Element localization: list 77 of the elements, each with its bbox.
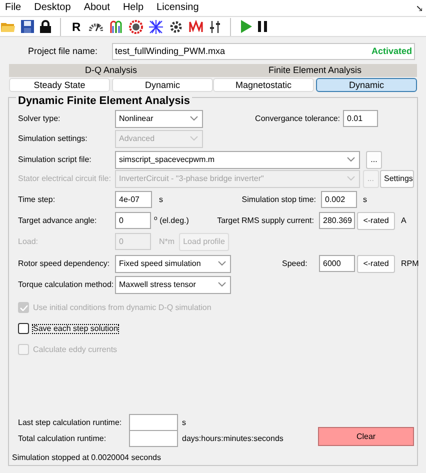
text-field[interactable]: 0.002 xyxy=(321,191,357,208)
activation-status: Activated xyxy=(371,46,412,56)
gear-icon[interactable] xyxy=(168,20,183,34)
dropdown[interactable]: Maxwell stress tensor xyxy=(115,276,231,294)
field-label: Rotor speed dependency: xyxy=(18,260,111,268)
text-field[interactable]: 6000 xyxy=(319,255,355,272)
dropdown[interactable]: simscript_spacevecpwm.m xyxy=(115,150,360,168)
check-icon xyxy=(20,304,28,310)
ring-icon[interactable] xyxy=(128,20,143,34)
tab[interactable]: Magnetostatic xyxy=(213,78,314,92)
menu-item[interactable]: File xyxy=(5,3,22,13)
chevron-icon xyxy=(190,136,198,141)
clear-button[interactable]: Clear xyxy=(318,427,414,446)
pause-icon[interactable] xyxy=(258,21,267,32)
tab[interactable]: Dynamic xyxy=(316,78,417,92)
panel-title: Dynamic Finite Element Analysis xyxy=(16,95,192,107)
checkbox-box[interactable] xyxy=(18,323,29,334)
menu-item[interactable]: Help xyxy=(122,3,144,13)
field-label: Simulation stop time: xyxy=(240,196,316,204)
unit-label: RPM xyxy=(401,258,419,268)
tab-group-header: Finite Element Analysis xyxy=(213,64,417,77)
text-field[interactable]: 280.369 xyxy=(319,212,355,229)
chevron-icon xyxy=(347,176,355,181)
chevron-icon xyxy=(190,116,198,121)
field-label: Solver type: xyxy=(18,114,62,122)
field-label: Time step: xyxy=(18,196,56,204)
unit-label: N*m xyxy=(159,236,175,246)
unit-label: s xyxy=(363,194,367,204)
field-label: Convergance tolerance: xyxy=(254,114,340,122)
runtime-field[interactable] xyxy=(129,430,178,447)
field-label: Simulation script file: xyxy=(18,156,92,164)
save-icon[interactable] xyxy=(21,20,34,33)
field-label: Target RMS supply current: xyxy=(216,216,314,224)
mesh-icon[interactable] xyxy=(148,20,163,34)
tab[interactable]: Dynamic xyxy=(112,78,213,92)
play-icon[interactable] xyxy=(240,20,252,33)
chevron-icon xyxy=(347,157,355,162)
field-label: Stator electrical circuit file: xyxy=(18,174,112,182)
tab[interactable]: Steady State xyxy=(9,78,110,92)
menu-item[interactable]: Desktop xyxy=(34,3,71,13)
field-label: Simulation settings: xyxy=(18,134,88,142)
browse-button[interactable]: ... xyxy=(366,150,382,168)
r-tool-button[interactable]: R xyxy=(70,20,83,32)
project-file-field[interactable]: test_fullWinding_PWM.mxa Activated xyxy=(112,42,415,60)
unit-label: s xyxy=(182,418,186,426)
text-field[interactable]: 0 xyxy=(115,212,151,229)
field-label: Total calculation runtime: xyxy=(18,434,108,442)
unit-label: days:hours:minutes:seconds xyxy=(182,434,284,442)
field-label: Speed: xyxy=(282,260,308,268)
tab-group-header: D-Q Analysis xyxy=(9,64,213,77)
menu-item[interactable]: About xyxy=(84,3,110,13)
wave-icon[interactable] xyxy=(188,20,203,33)
undock-icon[interactable] xyxy=(417,6,422,11)
menu-item[interactable]: Licensing xyxy=(156,3,199,13)
dropdown[interactable]: Fixed speed simulation xyxy=(115,254,231,272)
lock-icon[interactable] xyxy=(40,20,51,33)
sliders-icon[interactable] xyxy=(208,20,221,34)
chevron-icon xyxy=(218,261,226,266)
unit-label: $^{o}$ (el.deg.) xyxy=(154,216,189,224)
unit-label: s xyxy=(159,196,163,204)
rated-button[interactable]: <-rated xyxy=(357,254,395,272)
field-label: Project file name: xyxy=(27,46,99,56)
text-field[interactable]: 0.01 xyxy=(343,110,378,127)
field-label: Load: xyxy=(18,238,40,246)
text-field[interactable]: 4e-07 xyxy=(115,191,152,208)
project-file-name: test_fullWinding_PWM.mxa xyxy=(115,46,226,56)
unit-label: A xyxy=(401,216,406,224)
coil-icon[interactable] xyxy=(108,20,123,34)
checkbox[interactable]: Save each step solution xyxy=(18,323,414,334)
dropdown[interactable]: Nonlinear xyxy=(115,110,203,128)
field-label: Last step calculation runtime: xyxy=(18,418,123,426)
runtime-field[interactable] xyxy=(129,414,178,431)
status-message: Simulation stopped at 0.0020004 seconds xyxy=(12,454,162,462)
field-label: Target advance angle: xyxy=(18,216,98,224)
field-label: Torque calculation method: xyxy=(18,280,115,288)
chevron-icon xyxy=(218,282,226,287)
rated-button[interactable]: <-rated xyxy=(357,212,395,230)
